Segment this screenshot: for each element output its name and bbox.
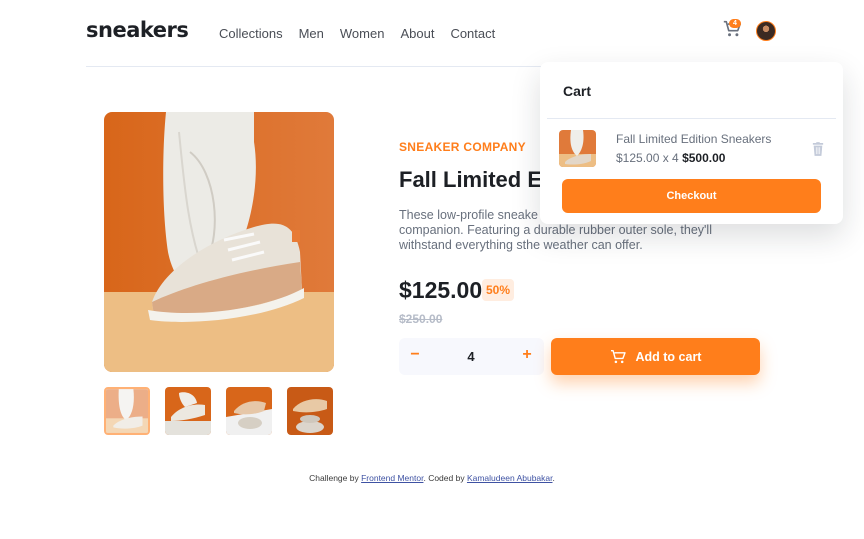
- cart-item-total: $500.00: [682, 151, 726, 165]
- sneaker-photo: [104, 112, 334, 372]
- thumbnail-3[interactable]: [226, 387, 272, 435]
- frontend-mentor-link[interactable]: Frontend Mentor: [361, 473, 423, 483]
- brand-label: SNEAKER COMPANY: [399, 140, 526, 154]
- product-title: Fall Limited E: [399, 167, 543, 192]
- description-line: withstand everything sthe weather can of…: [399, 238, 643, 252]
- site-logo[interactable]: sneakers: [86, 18, 189, 42]
- quantity-value: 4: [467, 349, 475, 364]
- current-price: $125.00: [399, 277, 483, 303]
- discount-badge: 50%: [482, 279, 515, 301]
- checkout-button[interactable]: Checkout: [562, 179, 821, 213]
- nav-about[interactable]: About: [400, 26, 434, 41]
- cart-item-name: Fall Limited Edition Sneakers: [616, 132, 772, 146]
- nav-contact[interactable]: Contact: [450, 26, 495, 41]
- add-to-cart-label: Add to cart: [635, 349, 702, 364]
- nav-collections[interactable]: Collections: [219, 26, 283, 41]
- attribution-suffix: .: [552, 473, 555, 483]
- cart-divider: [547, 118, 836, 119]
- main-nav: Collections Men Women About Contact: [219, 26, 511, 41]
- trash-icon[interactable]: [812, 142, 824, 156]
- nav-men[interactable]: Men: [299, 26, 324, 41]
- site-header: sneakers Collections Men Women About Con…: [86, 0, 776, 67]
- thumbnail-2[interactable]: [165, 387, 211, 435]
- description-line: companion. Featuring a durable rubber ou…: [399, 223, 712, 237]
- cart-count-badge: 4: [729, 19, 741, 28]
- main-product-image[interactable]: [104, 112, 334, 372]
- increase-quantity-button[interactable]: +: [517, 346, 537, 364]
- add-to-cart-button[interactable]: Add to cart: [551, 338, 760, 375]
- cart-item-thumbnail: [559, 130, 596, 167]
- thumbnail-1[interactable]: [104, 387, 150, 435]
- cart-icon: [610, 349, 626, 363]
- author-link[interactable]: Kamaludeen Abubakar: [467, 473, 553, 483]
- decrease-quantity-button[interactable]: −: [405, 346, 425, 364]
- attribution-middle: . Coded by: [423, 473, 467, 483]
- cart-dropdown: Cart Fall Limited Edition Sneakers $125.…: [540, 62, 843, 224]
- nav-women[interactable]: Women: [340, 26, 385, 41]
- thumbnail-strip: [104, 387, 333, 435]
- cart-title: Cart: [563, 83, 592, 99]
- attribution: Challenge by Frontend Mentor. Coded by K…: [0, 473, 864, 483]
- thumbnail-4[interactable]: [287, 387, 333, 435]
- quantity-stepper: − 4 +: [399, 338, 544, 375]
- original-price: $250.00: [399, 312, 443, 326]
- cart-item-price: $125.00 x 4 $500.00: [616, 151, 725, 165]
- cart-item-unit: $125.00 x 4: [616, 151, 679, 165]
- attribution-prefix: Challenge by: [309, 473, 362, 483]
- avatar[interactable]: [756, 21, 776, 41]
